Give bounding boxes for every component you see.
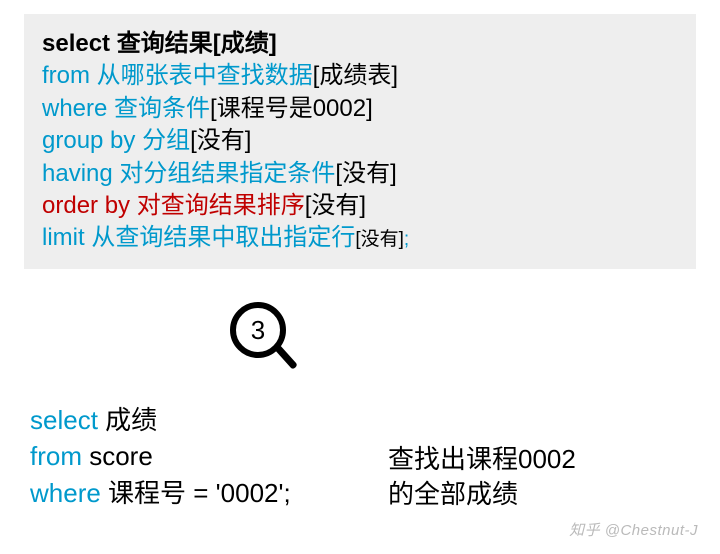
- q-txt-where: 课程号 = '0002';: [101, 478, 291, 508]
- sql-template-box: select 查询结果[成绩] from 从哪张表中查找数据[成绩表] wher…: [24, 14, 696, 269]
- kw-orderby: order by: [42, 192, 130, 219]
- desc-line1: 查找出课程0002: [388, 442, 576, 477]
- q-kw-select: select: [30, 405, 98, 435]
- kw-groupby: group by: [42, 127, 135, 154]
- br-having: [没有]: [335, 160, 396, 187]
- txt-groupby-zh: 分组: [135, 127, 190, 154]
- magnifier-handle: [274, 344, 298, 369]
- br-limit: [没有]: [355, 229, 404, 250]
- txt-orderby-zh: 对查询结果排序: [130, 192, 305, 219]
- q-txt-from: score: [82, 441, 153, 471]
- br-where: [课程号是0002]: [210, 95, 373, 122]
- template-line-having: having 对分组结果指定条件[没有]: [42, 158, 678, 190]
- q-kw-from: from: [30, 441, 82, 471]
- sql-query-block: select 成绩 from score where 课程号 = '0002';: [30, 402, 291, 511]
- txt-where-zh: 查询条件: [107, 95, 210, 122]
- watermark: 知乎 @Chestnut-J: [569, 519, 698, 540]
- br-from: [成绩表]: [313, 62, 398, 89]
- br-select: [成绩]: [213, 30, 277, 57]
- txt-select-zh: 查询结果: [110, 30, 213, 57]
- txt-limit-zh: 从查询结果中取出指定行: [85, 224, 356, 251]
- kw-from: from: [42, 62, 90, 89]
- semicolon: ;: [404, 229, 409, 250]
- magnifier-icon: 3: [230, 302, 286, 358]
- template-line-limit: limit 从查询结果中取出指定行[没有];: [42, 222, 678, 254]
- step-number: 3: [251, 315, 265, 346]
- template-line-from: from 从哪张表中查找数据[成绩表]: [42, 60, 678, 92]
- q-txt-select: 成绩: [98, 405, 157, 435]
- template-line-where: where 查询条件[课程号是0002]: [42, 93, 678, 125]
- kw-limit: limit: [42, 224, 85, 251]
- query-line-where: where 课程号 = '0002';: [30, 475, 291, 511]
- template-line-select: select 查询结果[成绩]: [42, 28, 678, 60]
- kw-having: having: [42, 160, 113, 187]
- query-line-from: from score: [30, 438, 291, 474]
- br-orderby: [没有]: [305, 192, 366, 219]
- description-block: 查找出课程0002 的全部成绩: [388, 442, 576, 512]
- txt-having-zh: 对分组结果指定条件: [113, 160, 336, 187]
- template-line-groupby: group by 分组[没有]: [42, 125, 678, 157]
- br-groupby: [没有]: [190, 127, 251, 154]
- desc-line2: 的全部成绩: [388, 477, 576, 512]
- q-kw-where: where: [30, 478, 101, 508]
- template-line-orderby: order by 对查询结果排序[没有]: [42, 190, 678, 222]
- kw-select: select: [42, 30, 110, 57]
- kw-where: where: [42, 95, 107, 122]
- query-line-select: select 成绩: [30, 402, 291, 438]
- txt-from-zh: 从哪张表中查找数据: [90, 62, 313, 89]
